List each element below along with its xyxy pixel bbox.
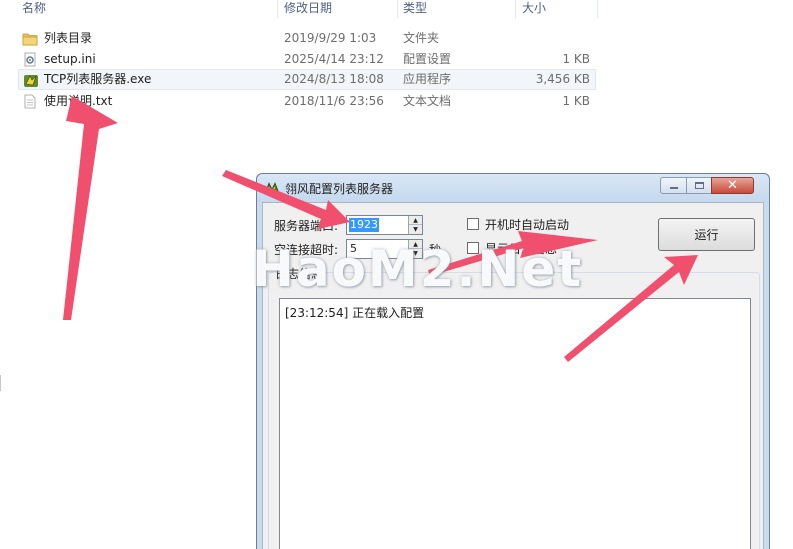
log-line: [23:12:54] 正在载入配置 <box>285 306 425 320</box>
close-button[interactable]: ✕ <box>711 177 754 194</box>
file-name: 使用说明.txt <box>44 94 113 108</box>
column-header-type[interactable]: 类型 <box>403 0 427 18</box>
maximize-button[interactable] <box>686 177 712 194</box>
port-input[interactable]: 1923 <box>349 218 379 232</box>
column-header-name[interactable]: 名称 <box>22 0 46 18</box>
file-name: 列表目录 <box>44 31 93 45</box>
folder-icon <box>22 33 38 46</box>
port-spinner-buttons[interactable]: ▲ ▼ <box>408 216 422 234</box>
log-textarea[interactable]: [23:12:54] 正在载入配置 <box>279 298 751 549</box>
file-type: 配置设置 <box>403 52 452 66</box>
file-row-readme-txt[interactable]: 使用说明.txt 2018/11/6 23:56 文本文档 1 KB <box>18 91 596 112</box>
config-server-window: 翎风配置列表服务器 ✕ 服务器端口: 1923 ▲ ▼ 空连接超时: 5 ▲ ▼ <box>256 173 770 549</box>
file-name: setup.ini <box>44 52 96 66</box>
file-name: TCP列表服务器.exe <box>44 72 152 86</box>
port-label: 服务器端口: <box>274 219 339 233</box>
application-icon <box>24 75 38 87</box>
column-separator[interactable] <box>597 0 598 18</box>
file-row-tcp-server-exe[interactable]: TCP列表服务器.exe 2024/8/13 18:08 应用程序 3,456 … <box>18 69 596 90</box>
text-file-icon <box>24 94 36 109</box>
run-button[interactable]: 运行 <box>658 218 755 251</box>
resize-mark <box>0 375 3 391</box>
file-date: 2025/4/14 23:12 <box>284 52 384 66</box>
file-row-folder[interactable]: 列表目录 2019/9/29 1:03 文件夹 <box>18 28 596 49</box>
settings-file-icon <box>24 52 36 67</box>
column-header-size[interactable]: 大小 <box>522 0 546 18</box>
file-size: 1 KB <box>562 94 590 108</box>
file-row-setup-ini[interactable]: setup.ini 2025/4/14 23:12 配置设置 1 KB <box>18 49 596 70</box>
file-size: 3,456 KB <box>535 72 590 86</box>
spinner-up-icon[interactable]: ▲ <box>409 216 422 225</box>
autostart-checkbox[interactable] <box>467 218 479 230</box>
file-date: 2019/9/29 1:03 <box>284 31 377 45</box>
minimize-icon <box>670 187 678 189</box>
file-date: 2024/8/13 18:08 <box>284 72 384 86</box>
autostart-label[interactable]: 开机时自动启动 <box>485 216 569 233</box>
column-separator[interactable] <box>515 0 516 18</box>
column-headers: 名称 修改日期 类型 大小 <box>0 0 600 18</box>
column-separator[interactable] <box>397 0 398 18</box>
close-icon: ✕ <box>727 178 738 193</box>
window-title: 翎风配置列表服务器 <box>285 182 394 196</box>
file-type: 文件夹 <box>403 31 440 45</box>
column-header-date[interactable]: 修改日期 <box>284 0 332 18</box>
port-spinner[interactable]: 1923 ▲ ▼ <box>346 215 423 235</box>
file-type: 应用程序 <box>403 72 452 86</box>
file-date: 2018/11/6 23:56 <box>284 94 384 108</box>
column-separator[interactable] <box>277 0 278 18</box>
window-titlebar[interactable]: 翎风配置列表服务器 ✕ <box>257 174 769 202</box>
maximize-icon <box>695 182 704 189</box>
app-logo-icon <box>264 182 280 195</box>
file-size: 1 KB <box>562 52 590 66</box>
file-type: 文本文档 <box>403 94 452 108</box>
watermark-text: HaoM2.Net <box>252 240 584 298</box>
spinner-down-icon[interactable]: ▼ <box>409 225 422 234</box>
minimize-button[interactable] <box>660 177 687 194</box>
